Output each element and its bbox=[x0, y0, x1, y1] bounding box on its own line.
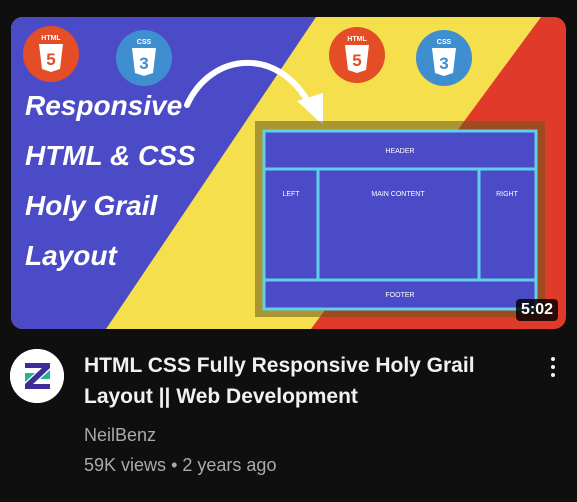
video-thumbnail[interactable]: HTML 5 CSS 3 HTML 5 CSS 3 Responsive HTM… bbox=[11, 17, 566, 329]
svg-text:FOOTER: FOOTER bbox=[385, 292, 414, 299]
svg-text:HTML & CSS: HTML & CSS bbox=[25, 140, 196, 171]
html5-badge-icon: HTML 5 bbox=[23, 26, 79, 82]
svg-text:Responsive: Responsive bbox=[25, 90, 182, 121]
svg-text:5: 5 bbox=[352, 51, 361, 70]
css3-badge-icon: CSS 3 bbox=[416, 30, 472, 86]
svg-text:MAIN CONTENT: MAIN CONTENT bbox=[371, 191, 425, 198]
thumbnail-artwork: HTML 5 CSS 3 HTML 5 CSS 3 Responsive HTM… bbox=[11, 17, 566, 329]
channel-avatar[interactable] bbox=[10, 349, 64, 403]
channel-name[interactable]: NeilBenz bbox=[84, 425, 156, 446]
svg-text:3: 3 bbox=[139, 54, 148, 73]
svg-text:CSS: CSS bbox=[437, 39, 452, 46]
video-metadata: 59K views • 2 years ago bbox=[84, 455, 276, 476]
video-title[interactable]: HTML CSS Fully Responsive Holy Grail Lay… bbox=[84, 350, 514, 412]
svg-text:HTML: HTML bbox=[347, 36, 367, 43]
channel-logo-z-icon bbox=[10, 349, 64, 403]
duration-badge: 5:02 bbox=[515, 299, 558, 321]
more-options-button[interactable] bbox=[542, 352, 564, 382]
svg-text:3: 3 bbox=[439, 54, 448, 73]
css3-badge-icon: CSS 3 bbox=[116, 30, 172, 86]
svg-text:HTML: HTML bbox=[41, 35, 61, 42]
svg-text:CSS: CSS bbox=[137, 39, 152, 46]
html5-badge-icon: HTML 5 bbox=[329, 27, 385, 83]
svg-text:RIGHT: RIGHT bbox=[496, 191, 519, 198]
svg-text:HEADER: HEADER bbox=[385, 148, 414, 155]
more-vertical-icon-dot bbox=[551, 365, 555, 369]
holy-grail-diagram: HEADER LEFT MAIN CONTENT RIGHT FOOTER bbox=[255, 121, 545, 317]
meta-separator: • bbox=[171, 455, 178, 475]
more-vertical-icon-dot bbox=[551, 373, 555, 377]
view-count: 59K views bbox=[84, 455, 167, 475]
svg-text:5: 5 bbox=[46, 50, 55, 69]
upload-age: 2 years ago bbox=[182, 455, 277, 475]
more-vertical-icon bbox=[551, 357, 555, 361]
svg-text:Holy Grail: Holy Grail bbox=[25, 190, 158, 221]
svg-text:LEFT: LEFT bbox=[282, 191, 300, 198]
svg-text:Layout: Layout bbox=[25, 240, 118, 271]
